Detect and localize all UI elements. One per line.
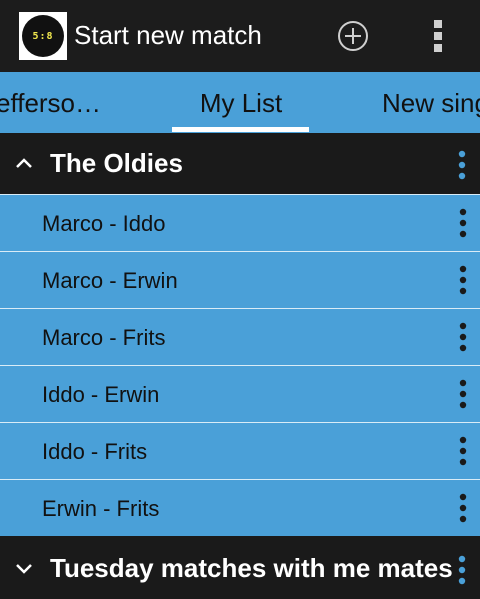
list-item-label: Marco - Erwin xyxy=(42,268,178,293)
page-title: Start new match xyxy=(74,20,262,50)
app-icon-text: 5:8 xyxy=(32,30,54,42)
list-item[interactable]: Iddo - Erwin xyxy=(0,365,480,422)
item-menu-icon[interactable] xyxy=(456,493,470,523)
app-bar: 5:8 Start new match xyxy=(0,0,480,72)
list-item-label: Marco - Frits xyxy=(42,325,166,350)
list-item[interactable]: Marco - Iddo xyxy=(0,194,480,251)
tab-my-list[interactable]: My List xyxy=(173,72,309,133)
item-menu-icon[interactable] xyxy=(456,265,470,295)
list-item-label: Iddo - Erwin xyxy=(42,382,160,407)
group-menu-icon[interactable] xyxy=(455,555,469,585)
overflow-menu-icon[interactable] xyxy=(426,18,450,54)
list-item[interactable]: Erwin - Frits xyxy=(0,479,480,536)
item-menu-icon[interactable] xyxy=(456,436,470,466)
item-menu-icon[interactable] xyxy=(456,379,470,409)
item-menu-icon[interactable] xyxy=(456,208,470,238)
group-menu-icon[interactable] xyxy=(455,150,469,180)
add-circle-icon[interactable] xyxy=(337,20,369,52)
chevron-up-icon[interactable] xyxy=(14,153,34,173)
tab-right-partial[interactable]: New sing xyxy=(382,72,480,133)
list-item-label: Erwin - Frits xyxy=(42,496,160,521)
list-item-label: Iddo - Frits xyxy=(42,439,148,464)
list-item[interactable]: Iddo - Frits xyxy=(0,422,480,479)
app-logo[interactable]: 5:8 xyxy=(19,12,67,60)
tab-left-partial[interactable]: efferso… xyxy=(0,72,101,133)
list-item-label: Marco - Iddo xyxy=(42,211,166,236)
scoreboard-icon: 5:8 xyxy=(22,15,64,57)
list-item[interactable]: Marco - Frits xyxy=(0,308,480,365)
group-header-the-oldies[interactable]: The Oldies xyxy=(0,133,480,194)
selected-tab-indicator xyxy=(172,127,309,132)
tab-bar: efferso… My List New sing xyxy=(0,72,480,133)
item-menu-icon[interactable] xyxy=(456,322,470,352)
chevron-down-icon[interactable] xyxy=(14,558,34,578)
group-header-tuesday-matches[interactable]: Tuesday matches with me mates xyxy=(0,538,480,599)
group-title: The Oldies xyxy=(50,148,183,178)
group-title: Tuesday matches with me mates xyxy=(50,553,453,583)
list-item[interactable]: Marco - Erwin xyxy=(0,251,480,308)
